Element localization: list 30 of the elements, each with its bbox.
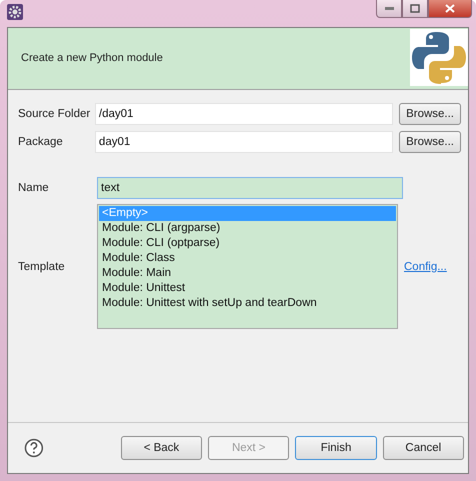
maximize-icon [410,4,420,13]
config-link[interactable]: Config... [404,260,447,272]
maximize-button[interactable] [402,0,428,18]
browse-button[interactable]: Browse... [399,131,461,153]
minimize-icon [384,7,394,10]
header-description: Create a new Python module [20,51,163,66]
list-item[interactable]: Module: Class [99,251,396,266]
field-label: Source Folder [18,108,92,120]
wizard-button[interactable]: Finish [295,436,377,460]
wizard-button[interactable]: Cancel [382,436,464,460]
name-field[interactable]: text [97,177,403,199]
wizard-button[interactable]: < Back [120,436,202,460]
field-label: Package [18,136,64,148]
browse-button[interactable]: Browse... [399,103,461,125]
list-item[interactable]: Module: CLI (optparse) [99,236,396,251]
list-item[interactable]: Module: Main [99,266,396,281]
list-item[interactable]: Module: Unittest [99,281,396,296]
close-icon [445,4,455,13]
package-field[interactable]: day01 [94,131,394,153]
close-button[interactable] [428,0,472,18]
list-item[interactable]: Module: CLI (argparse) [99,221,396,236]
field-label: Template [18,260,66,272]
gear-icon [7,4,23,20]
source-folder-field[interactable]: /day01 [94,103,394,125]
field-label: Name [18,182,50,194]
list-item[interactable]: Module: Unittest with setUp and tearDown [99,296,396,311]
snake-logo-icon [410,29,468,86]
minimize-button[interactable] [376,0,402,18]
help-icon[interactable] [24,438,44,458]
template-list[interactable]: <Empty> Module: CLI (argparse) Module: CLI (optparse) Module: Class Module: Main Module: Unittest Module: Unittest with setUp and tearDown [97,204,398,329]
